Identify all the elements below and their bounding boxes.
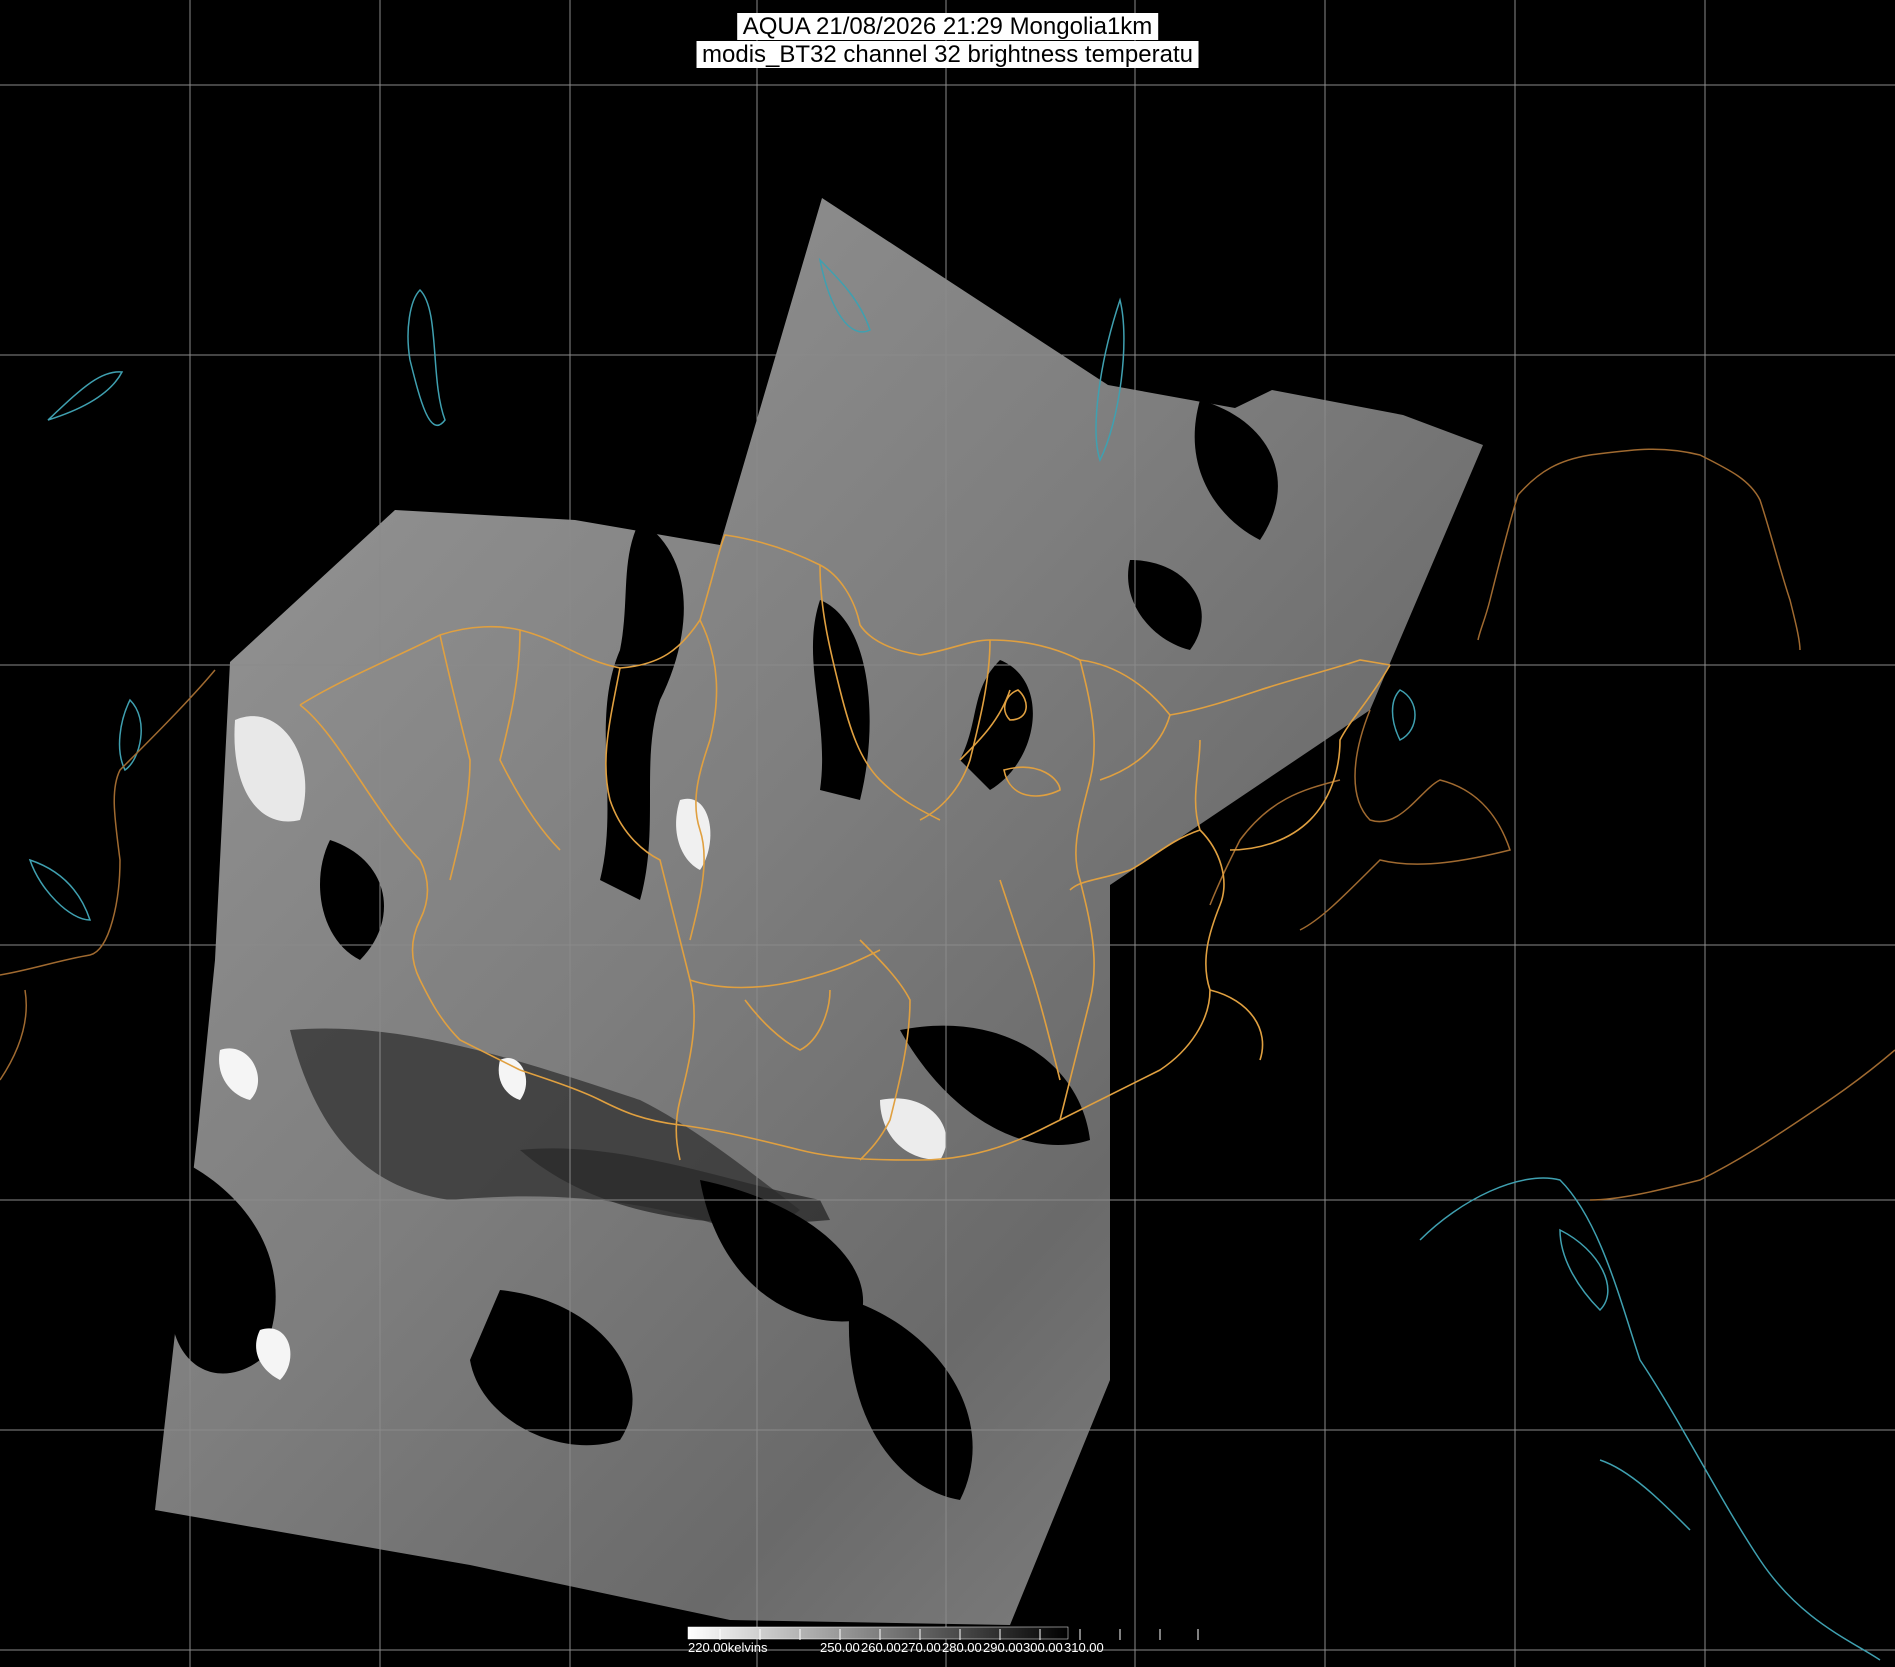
colorbar-tick-label: 300.00 (1023, 1640, 1063, 1655)
colorbar-tick-label: 310.00 (1064, 1640, 1104, 1655)
colorbar-tick-label: 280.00 (942, 1640, 982, 1655)
colorbar-tick-label: 250.00 (820, 1640, 860, 1655)
colorbar-tick-label: 270.00 (901, 1640, 941, 1655)
colorbar (687, 1626, 1199, 1640)
colorbar-tick-label: 260.00 (861, 1640, 901, 1655)
map-viewer: AQUA 21/08/2026 21:29 Mongolia1km modis_… (0, 0, 1895, 1667)
satellite-swath (155, 198, 1483, 1625)
colorbar-tick-label: 290.00 (983, 1640, 1023, 1655)
colorbar-unit-label: 220.00kelvins (688, 1640, 768, 1655)
map-title: AQUA 21/08/2026 21:29 Mongolia1km (736, 13, 1159, 40)
map-subtitle: modis_BT32 channel 32 brightness tempera… (696, 41, 1199, 68)
satellite-map[interactable] (0, 0, 1895, 1667)
colorbar-labels: 220.00kelvins 250.00 260.00 270.00 280.0… (688, 1640, 1208, 1662)
